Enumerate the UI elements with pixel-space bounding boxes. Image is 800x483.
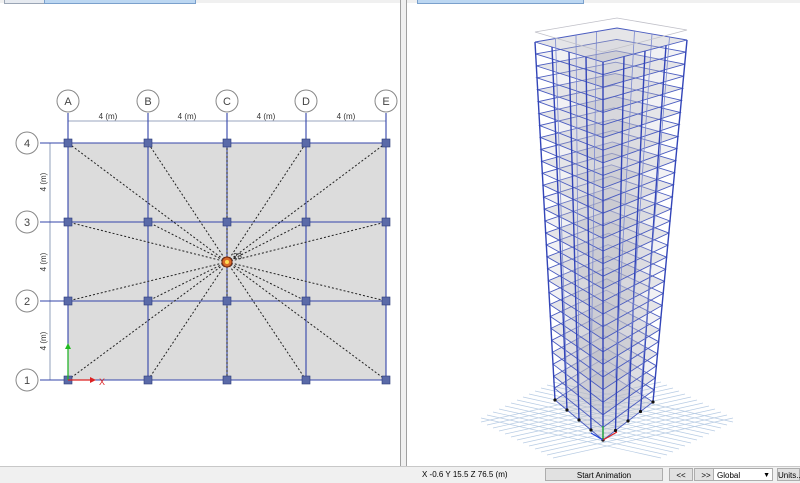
svg-text:A: A	[64, 96, 72, 108]
svg-text:E: E	[382, 96, 389, 108]
point-label: 23	[233, 252, 242, 261]
grid-bubble-e[interactable]: E	[374, 89, 398, 113]
x-spacing-label: 4 (m)	[99, 112, 118, 121]
x-spacing-label: 4 (m)	[257, 112, 276, 121]
svg-text:C: C	[223, 96, 231, 108]
support-marker	[589, 428, 593, 432]
svg-text:B: B	[144, 96, 151, 108]
support-marker	[638, 409, 643, 414]
y-spacing-label: 4 (m)	[39, 172, 48, 191]
grid-bubble-a[interactable]: A	[56, 89, 80, 113]
svg-text:3: 3	[24, 217, 30, 229]
support-marker	[577, 418, 581, 422]
center-of-mass-dot	[225, 260, 229, 264]
grid-bubble-4[interactable]: 4	[15, 131, 39, 155]
grid-bubble-2[interactable]: 2	[15, 289, 39, 313]
grid-bubble-c[interactable]: C	[215, 89, 239, 113]
x-spacing-label: 4 (m)	[178, 112, 197, 121]
support-marker	[565, 408, 569, 412]
support-marker	[651, 400, 655, 404]
y-spacing-label: 4 (m)	[39, 331, 48, 350]
chevron-down-icon: ▼	[763, 472, 770, 479]
status-bar: X -0.6 Y 15.5 Z 76.5 (m) Start Animation…	[0, 466, 800, 483]
grid-bubble-d[interactable]: D	[294, 89, 318, 113]
plan-view-canvas[interactable]: 4 (m) 4 (m) 4 (m) 4 (m) 4 (m) 4 (m) 4 (m…	[0, 0, 400, 466]
svg-text:1: 1	[24, 375, 30, 387]
step-back-button[interactable]: <<	[669, 468, 693, 481]
grid-bubble-1[interactable]: 1	[15, 368, 39, 392]
grid-bubble-3[interactable]: 3	[15, 210, 39, 234]
plan-view-pane[interactable]: 4 (m) 4 (m) 4 (m) 4 (m) 4 (m) 4 (m) 4 (m…	[0, 0, 401, 466]
x-spacing-label: 4 (m)	[337, 112, 356, 121]
svg-text:2: 2	[24, 296, 30, 308]
svg-text:D: D	[302, 96, 310, 108]
coordinate-system-select[interactable]: Global ▼	[713, 468, 773, 481]
svg-text:4: 4	[24, 138, 30, 150]
y-spacing-label: 4 (m)	[39, 252, 48, 271]
3d-view-canvas[interactable]	[407, 0, 800, 466]
support-marker	[626, 419, 630, 423]
3d-view-pane[interactable]	[406, 0, 800, 466]
start-animation-button[interactable]: Start Animation	[545, 468, 663, 481]
coordinate-system-value: Global	[717, 471, 741, 480]
axis-x-label: X	[99, 377, 105, 387]
units-button[interactable]: Units...	[777, 468, 800, 481]
grid-bubble-b[interactable]: B	[136, 89, 160, 113]
coordinate-readout: X -0.6 Y 15.5 Z 76.5 (m)	[422, 470, 508, 479]
support-marker	[553, 398, 557, 402]
